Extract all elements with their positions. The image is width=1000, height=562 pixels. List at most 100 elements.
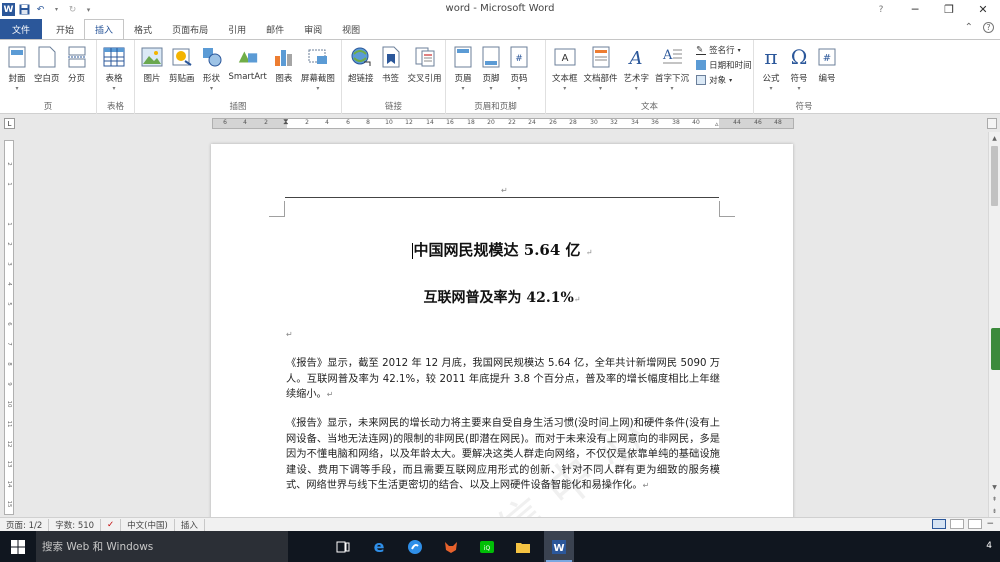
tab-view[interactable]: 视图 [332,19,370,39]
symbol-button[interactable]: Ω 符号 ▾ [785,43,813,95]
tab-references[interactable]: 引用 [218,19,256,39]
document-page[interactable]: ↵ 中国网民规模达 5.64 亿 ↵ 互联网普及率为 42.1%↵ ↵ 《报告》… [211,144,793,517]
picture-button[interactable]: 图片 [138,43,166,95]
help-window-icon[interactable]: ? [864,0,898,19]
tab-home[interactable]: 开始 [46,19,84,39]
clip-art-button[interactable]: 剪贴画 [166,43,198,95]
edge-browser-icon[interactable]: e [364,531,394,562]
quick-access-toolbar: W ↶ ▾ ↻ ▾ [0,3,95,16]
numbering-button[interactable]: # 编号 [813,43,841,95]
taskbar-clock[interactable]: 4 [986,541,992,551]
view-ruler-button[interactable] [987,118,997,129]
maximize-button[interactable]: ❐ [932,0,966,19]
proofing-status[interactable]: ✓ [101,518,122,531]
ruler-tick: 8 [366,119,370,126]
ruler-tick: 24 [528,119,536,126]
tab-mailings[interactable]: 邮件 [256,19,294,39]
save-icon[interactable] [18,3,31,16]
tab-stop-selector[interactable]: L [4,118,15,129]
scroll-thumb[interactable] [991,146,998,206]
collapse-ribbon-icon[interactable]: ⌃ [965,22,973,33]
header-button[interactable]: 页眉 ▾ [449,43,477,95]
word-taskbar-icon[interactable]: W [544,531,574,562]
chevron-down-icon: ▾ [517,85,521,92]
paragraph-mark: ↵ [585,248,593,257]
wordart-button[interactable]: A 艺术字 ▾ [621,43,653,95]
scroll-down-icon[interactable]: ▼ [989,482,1000,493]
page-count[interactable]: 页面: 1/2 [0,518,50,531]
header-border-line [285,197,719,198]
title-line-2: 互联网普及率为 42.1% [423,290,574,306]
taskbar-search-input[interactable]: 搜索 Web 和 Windows [36,531,288,562]
body-paragraph-1[interactable]: 《报告》显示，截至 2012 年 12 月底，我国网民规模达 5.64 亿，全年… [286,356,720,403]
title-line-1: 中国网民规模达 5.64 亿 [413,241,581,259]
tab-page-layout[interactable]: 页面布局 [162,19,218,39]
drop-cap-button[interactable]: A 首字下沉 ▾ [652,43,692,95]
hyperlink-button[interactable]: 超链接 [345,43,377,95]
pi-icon: π [764,45,778,69]
shapes-button[interactable]: 形状 ▾ [198,43,226,95]
zoom-minus-icon[interactable]: − [986,519,994,529]
bookmark-button[interactable]: 书签 [377,43,405,95]
indent-marker-icon[interactable]: ⧗ [283,117,289,127]
vertical-scrollbar[interactable]: ▲ ▼ ⇞ ⇟ [988,132,1000,517]
language-indicator[interactable]: 中文(中国) [121,518,175,531]
full-screen-view-icon[interactable] [950,519,965,529]
blank-page-button[interactable]: 空白页 [31,43,63,95]
word-count[interactable]: 字数: 510 [49,518,102,531]
sogou-app-icon[interactable] [400,531,430,562]
equation-button[interactable]: π 公式 ▾ [757,43,785,95]
file-explorer-icon[interactable] [508,531,538,562]
chart-button[interactable]: 图表 [270,43,298,95]
smartart-button[interactable]: SmartArt [226,43,270,95]
tab-file[interactable]: 文件 [0,19,43,39]
cover-page-button[interactable]: 封面 ▾ [3,43,31,95]
document-subtitle[interactable]: 互联网普及率为 42.1%↵ [211,287,793,307]
redo-icon[interactable]: ↻ [66,3,79,16]
tab-insert[interactable]: 插入 [84,19,125,40]
cross-reference-button[interactable]: 交叉引用 [405,43,445,95]
customize-qat-icon[interactable]: ▾ [82,3,95,16]
text-box-button[interactable]: A 文本框 ▾ [549,43,581,95]
tab-review[interactable]: 审阅 [294,19,332,39]
ruler-tick: 30 [590,119,598,126]
table-button[interactable]: 表格 ▾ [100,43,128,95]
date-time-button[interactable]: 日期和时间 [696,59,752,71]
body-paragraph-2[interactable]: 《报告》显示，未来网民的增长动力将主要来自受自身生活习惯(没时间上网)和硬件条件… [286,416,720,494]
object-button[interactable]: 对象 ▾ [696,74,752,86]
chevron-down-icon: ▾ [563,85,567,92]
screenshot-icon [307,45,329,69]
insert-mode[interactable]: 插入 [175,518,205,531]
side-tool-widget[interactable] [991,328,1000,370]
quick-parts-button[interactable]: 文档部件 ▾ [581,43,621,95]
screenshot-button[interactable]: 屏幕截图 ▾ [298,43,338,95]
previous-page-icon[interactable]: ⇞ [989,494,1000,505]
undo-icon[interactable]: ↶ [34,3,47,16]
word-app-icon[interactable]: W [2,3,15,16]
print-layout-view-icon[interactable] [932,519,947,529]
close-button[interactable]: ✕ [966,0,1000,19]
page-break-button[interactable]: 分页 [63,43,91,95]
task-view-icon[interactable] [328,531,358,562]
quick-parts-icon [590,45,612,69]
chevron-down-icon: ▾ [461,85,465,92]
tab-format[interactable]: 格式 [124,19,162,39]
windows-logo-icon [11,539,25,554]
help-icon[interactable]: ? [983,22,994,33]
horizontal-ruler[interactable]: 6 4 2 2 4 6 8 10 12 14 16 18 20 22 24 26… [212,117,794,129]
footer-button[interactable]: 页脚 ▾ [477,43,505,95]
next-page-icon[interactable]: ⇟ [989,506,1000,517]
windows-start-button[interactable] [0,531,36,562]
signature-line-button[interactable]: ✎ 签名行 ▾ [696,44,752,56]
undo-dropdown-icon[interactable]: ▾ [50,3,63,16]
iqiyi-app-icon[interactable]: iQ [472,531,502,562]
fox-app-icon[interactable] [436,531,466,562]
document-title[interactable]: 中国网民规模达 5.64 亿 ↵ [211,239,793,260]
minimize-button[interactable]: ─ [898,0,932,19]
right-indent-marker-icon[interactable]: ▵ [715,120,719,128]
group-label-symbols: 符号 [795,102,813,112]
svg-text:iQ: iQ [484,545,491,552]
page-number-button[interactable]: # 页码 ▾ [505,43,533,95]
scroll-up-icon[interactable]: ▲ [989,133,1000,144]
web-layout-view-icon[interactable] [968,519,983,529]
